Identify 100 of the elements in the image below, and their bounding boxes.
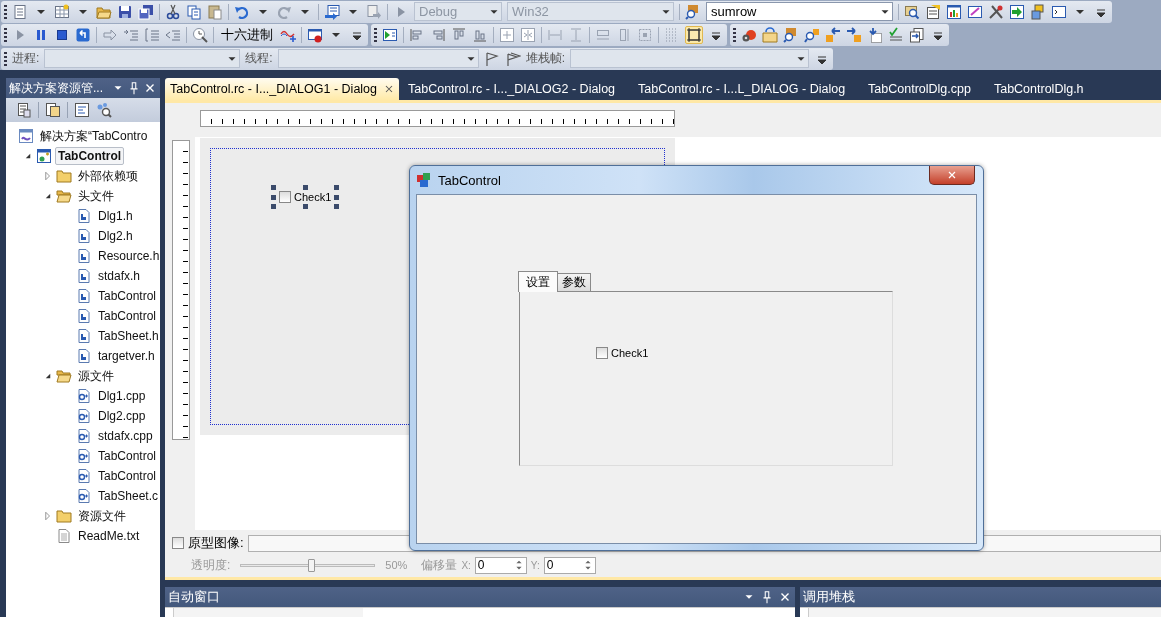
tree-item[interactable]: 外部依赖项: [75, 165, 141, 187]
spellcheck-icon[interactable]: [888, 26, 904, 43]
source-file-icon: [76, 428, 92, 444]
toolbar-grip[interactable]: [4, 4, 7, 19]
source-file-icon: [76, 448, 92, 464]
editor-tab[interactable]: TabControl.rc - I..._DIALOG2 - Dialog: [403, 78, 630, 100]
opacity-label: 透明度:: [191, 556, 231, 574]
show-files-icon[interactable]: [45, 102, 61, 118]
tree-item[interactable]: TabControl: [55, 147, 125, 165]
align-top-icon[interactable]: [451, 26, 467, 43]
save-icon[interactable]: [117, 3, 133, 20]
dialog-tab[interactable]: 参数: [557, 273, 591, 291]
search-icon[interactable]: [804, 26, 820, 43]
flags-icon[interactable]: [504, 50, 521, 67]
bar-chart-window-icon[interactable]: [946, 3, 962, 20]
toolbar-label: 进程:: [12, 50, 40, 67]
dialog-tab[interactable]: 设置: [518, 271, 558, 292]
resize-handle[interactable]: [302, 185, 308, 190]
properties-page-icon[interactable]: [16, 102, 32, 118]
class-diagram-icon[interactable]: [96, 102, 112, 118]
checkbox[interactable]: [172, 537, 184, 549]
clipboard-icon[interactable]: [207, 3, 223, 20]
find-window-icon[interactable]: [904, 3, 920, 20]
toolbar-grip[interactable]: [4, 27, 7, 42]
scissors-icon[interactable]: [165, 3, 181, 20]
clock-icon[interactable]: [192, 26, 208, 43]
selected-checkbox-control[interactable]: Check1: [271, 185, 340, 209]
list-arrow-icon[interactable]: [324, 3, 340, 20]
tree-item[interactable]: 源文件: [75, 365, 117, 387]
tree-item[interactable]: 资源文件: [75, 505, 129, 527]
tree-item[interactable]: targetver.h: [95, 347, 158, 365]
document-arrow-icon[interactable]: [366, 3, 382, 20]
console-icon[interactable]: [1051, 3, 1067, 20]
header-file-icon: [76, 228, 92, 244]
text-file-icon: [56, 528, 72, 544]
close-button[interactable]: [929, 166, 975, 185]
properties-icon[interactable]: [925, 3, 941, 20]
open-folder-icon: [56, 188, 72, 204]
opacity-slider[interactable]: [240, 557, 376, 573]
tree-item[interactable]: TabControl: [95, 467, 160, 485]
editor-tab[interactable]: TabControl.rc - I..._DIALOG1 - Dialog: [165, 78, 400, 100]
flag-icon[interactable]: [483, 50, 500, 67]
close-icon: [946, 169, 958, 181]
stacked-windows-icon[interactable]: [1030, 3, 1046, 20]
checkbox[interactable]: [596, 347, 608, 359]
tree-item[interactable]: 头文件: [75, 185, 117, 207]
tree-item[interactable]: Dlg2.h: [95, 227, 136, 245]
tree-item[interactable]: stdafx.cpp: [95, 427, 156, 445]
tree-item[interactable]: TabSheet.c: [95, 487, 160, 505]
dropdown-field[interactable]: [44, 49, 241, 68]
editor-tab[interactable]: TabControlDlg.h: [988, 78, 1098, 100]
editor-tab[interactable]: TabControl.rc - I...L_DIALOG - Dialog: [633, 78, 860, 100]
tree-item[interactable]: 解决方案“TabContro: [37, 125, 151, 147]
tree-item[interactable]: Dlg1.cpp: [95, 387, 149, 405]
dropdown-field[interactable]: sumrow: [706, 2, 893, 21]
editor-tab[interactable]: TabControlDlg.cpp: [863, 78, 985, 100]
toolbar-grip[interactable]: [733, 27, 736, 42]
document-icon[interactable]: [12, 3, 28, 20]
restart-icon[interactable]: [75, 26, 91, 43]
edit-window-icon[interactable]: [967, 3, 983, 20]
tree-item[interactable]: stdafx.h: [95, 267, 144, 285]
enter-arrow-icon[interactable]: [1009, 3, 1025, 20]
tree-item[interactable]: Dlg1.h: [95, 207, 136, 225]
hex-button[interactable]: 十六进制: [219, 25, 275, 44]
slider-thumb[interactable]: [307, 558, 315, 572]
align-right-icon[interactable]: [430, 26, 446, 43]
dropdown-field[interactable]: [570, 49, 810, 68]
arrow-right-icon[interactable]: [846, 26, 862, 43]
arrow-left-icon[interactable]: [825, 26, 841, 43]
tree-item[interactable]: TabControl: [95, 287, 160, 305]
tree-item[interactable]: ReadMe.txt: [75, 527, 143, 545]
folder-search-icon[interactable]: [685, 3, 701, 20]
run-icon[interactable]: [382, 26, 398, 43]
x-offset-field[interactable]: 0: [474, 556, 527, 574]
tree-item[interactable]: TabSheet.h: [95, 327, 160, 345]
folder-search-icon[interactable]: [783, 26, 799, 43]
panel-title: 调用堆栈: [803, 588, 856, 606]
align-left-icon[interactable]: [409, 26, 425, 43]
download-page-icon[interactable]: [867, 26, 883, 43]
y-offset-field[interactable]: 0: [543, 556, 596, 574]
dropdown-field[interactable]: [277, 49, 479, 68]
pages-arrow-icon[interactable]: [909, 26, 925, 43]
copy-icon[interactable]: [186, 3, 202, 20]
save-all-icon[interactable]: [138, 3, 154, 20]
grid-icon[interactable]: [54, 3, 70, 20]
frame-icon[interactable]: [685, 25, 703, 44]
view-code-icon[interactable]: [74, 102, 90, 118]
resize-handle[interactable]: [302, 204, 308, 209]
source-file-icon: [76, 388, 92, 404]
checkbox[interactable]: [279, 191, 291, 203]
tree-item[interactable]: Resource.h: [95, 247, 160, 265]
tree-item[interactable]: TabControl: [95, 447, 160, 465]
tree-item[interactable]: TabControl: [95, 307, 160, 325]
tools-icon[interactable]: [988, 3, 1004, 20]
tree-item[interactable]: Dlg2.cpp: [95, 407, 149, 425]
toolbar-grip[interactable]: [374, 27, 377, 42]
toolbar-grip[interactable]: [4, 51, 7, 66]
project-icon: [36, 148, 52, 164]
header-file-icon: [76, 308, 92, 324]
source-file-icon: [76, 488, 92, 504]
